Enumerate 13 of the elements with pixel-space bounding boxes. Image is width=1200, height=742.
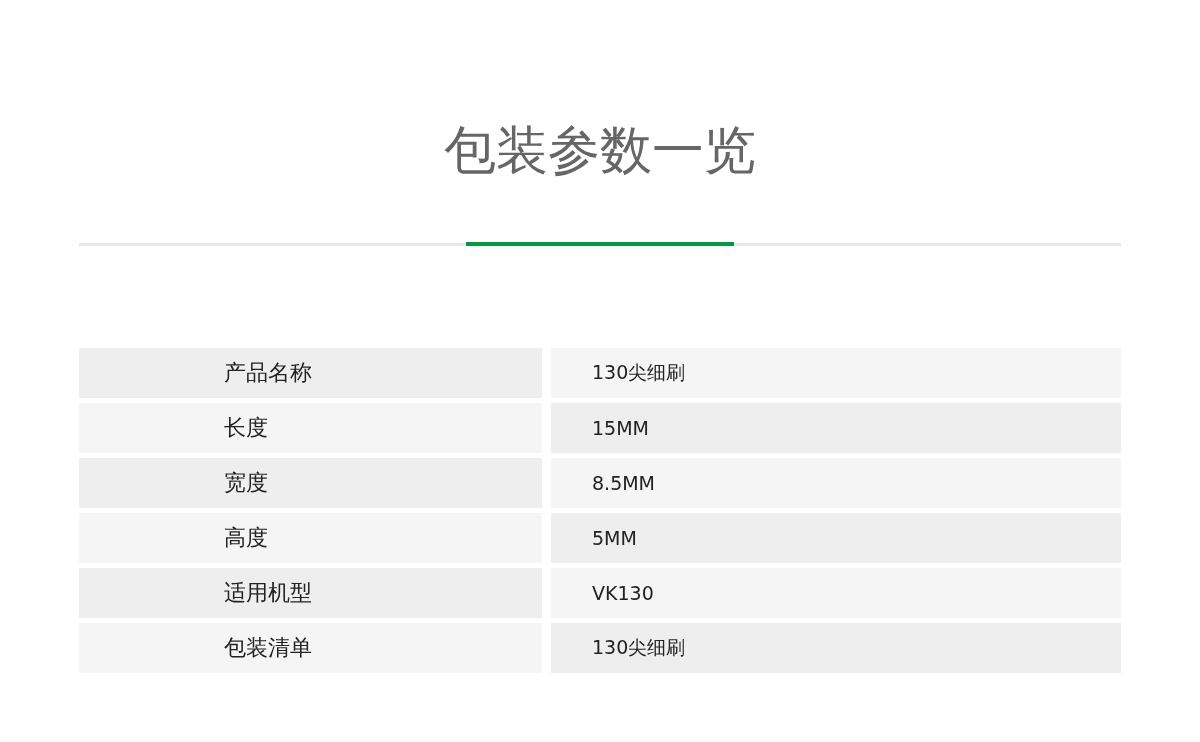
- table-cell: 产品名称: [79, 348, 542, 398]
- table-cell: 长度: [79, 403, 542, 453]
- table-cell: 宽度: [79, 458, 542, 508]
- table-cell: VK130: [551, 568, 1121, 618]
- table-cell: 高度: [79, 513, 542, 563]
- table-cell: 适用机型: [79, 568, 542, 618]
- table-cell: 包装清单: [79, 623, 542, 673]
- table-cell: 130尖细刷: [551, 623, 1121, 673]
- table-cell: 5MM: [551, 513, 1121, 563]
- table-cell: 8.5MM: [551, 458, 1121, 508]
- section-title: 包装参数一览: [443, 119, 757, 182]
- table-cell: 15MM: [551, 403, 1121, 453]
- table-cell: 130尖细刷: [551, 348, 1121, 398]
